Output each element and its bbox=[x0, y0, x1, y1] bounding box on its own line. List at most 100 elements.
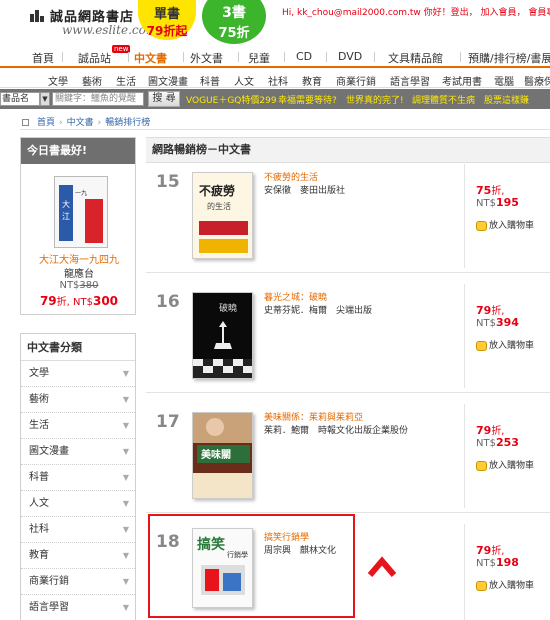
today-best-price: 79折, NT$300 bbox=[39, 294, 119, 308]
svg-text:破曉: 破曉 bbox=[219, 302, 237, 314]
today-best-original-price: NT$380 bbox=[59, 280, 99, 291]
promo-three-line1: 3書 bbox=[222, 5, 246, 21]
nav-children[interactable]: 兒童 bbox=[248, 50, 270, 66]
promo-link[interactable]: 股票這樣賺 bbox=[484, 93, 529, 106]
chevron-down-icon: ▼ bbox=[122, 395, 129, 404]
category-list-header: 中文書分類 bbox=[21, 334, 135, 361]
chevron-down-icon: ▼ bbox=[122, 603, 129, 612]
nav-eslite-station[interactable]: 誠品站 bbox=[78, 50, 111, 66]
breadcrumb-rankings[interactable]: 暢銷排行榜 bbox=[105, 118, 150, 128]
book-title[interactable]: 不疲勞的生活 bbox=[264, 170, 318, 183]
search-input[interactable]: 關鍵字：鱷魚的覺醒 bbox=[52, 92, 144, 106]
today-best-title[interactable]: 大江大海一九四九 bbox=[21, 251, 137, 266]
cart-icon bbox=[476, 580, 487, 591]
subnav-item[interactable]: 文學 bbox=[48, 73, 68, 88]
promo-three-books[interactable]: 3書 75折 bbox=[202, 0, 266, 44]
chevron-down-icon: ▼ bbox=[122, 551, 129, 560]
rank-number: 16 bbox=[156, 292, 180, 312]
subnav-item[interactable]: 社科 bbox=[268, 73, 288, 88]
nav-home[interactable]: 首頁 bbox=[32, 50, 54, 66]
subnav-item[interactable]: 人文 bbox=[234, 73, 254, 88]
book-title[interactable]: 暮光之城：破曉 bbox=[264, 290, 327, 303]
search-bar: 書品名 ▼ 關鍵字：鱷魚的覺醒 搜 尋 VOGUE＋GQ特價299 幸福需要等待… bbox=[0, 89, 550, 109]
book-title[interactable]: 美味關係：茱莉與茱莉亞 bbox=[264, 410, 363, 423]
breadcrumb-chinese-books[interactable]: 中文書 bbox=[67, 118, 94, 128]
today-best-cover[interactable]: 大 江 一九 bbox=[54, 176, 108, 248]
cart-icon bbox=[476, 340, 487, 351]
category-item[interactable]: 藝術 ▼ bbox=[21, 387, 135, 413]
cart-icon bbox=[476, 220, 487, 231]
category-item[interactable]: 文學 ▼ bbox=[21, 361, 135, 387]
category-item[interactable]: 教育 ▼ bbox=[21, 543, 135, 569]
site-header: 誠品網路書店 www.eslite.com 單書 79折起 3書 75折 Hi,… bbox=[0, 0, 550, 46]
nav-cd[interactable]: CD bbox=[296, 50, 312, 63]
logo-icon[interactable] bbox=[30, 10, 46, 22]
chevron-down-icon: ▼ bbox=[122, 473, 129, 482]
book-meta: 史蒂芬妮．梅爾 尖端出版 bbox=[264, 306, 373, 316]
discount: 79折, bbox=[476, 304, 505, 317]
add-to-cart-button[interactable]: 放入購物車 bbox=[476, 338, 534, 351]
up-arrow-icon bbox=[368, 556, 396, 577]
promo-three-line2: 75折 bbox=[218, 26, 250, 41]
breadcrumb: 首頁 › 中文書 › 暢銷排行榜 bbox=[22, 115, 150, 128]
subnav-item[interactable]: 考試用書 bbox=[442, 73, 482, 88]
nav-foreign-books[interactable]: 外文書 bbox=[190, 50, 223, 66]
svg-text:不疲勞: 不疲勞 bbox=[199, 183, 235, 198]
category-item[interactable]: 人文 ▼ bbox=[21, 491, 135, 517]
category-item[interactable]: 語言學習 ▼ bbox=[21, 595, 135, 620]
promo-link[interactable]: 幸福需要等待? bbox=[278, 93, 337, 106]
nav-dvd[interactable]: DVD bbox=[338, 50, 362, 63]
subnav-item[interactable]: 科普 bbox=[200, 73, 220, 88]
svg-text:一九: 一九 bbox=[75, 189, 87, 197]
category-item[interactable]: 科普 ▼ bbox=[21, 465, 135, 491]
subnav-item[interactable]: 生活 bbox=[116, 73, 136, 88]
discount: 75折, bbox=[476, 184, 505, 197]
chevron-down-icon: ▼ bbox=[122, 421, 129, 430]
cart-icon bbox=[476, 460, 487, 471]
add-to-cart-button[interactable]: 放入購物車 bbox=[476, 578, 534, 591]
category-item[interactable]: 商業行銷 ▼ bbox=[21, 569, 135, 595]
book-meta: 茱莉．鮑爾 時報文化出版企業股份 bbox=[264, 426, 409, 436]
svg-text:大: 大 bbox=[62, 199, 70, 209]
add-to-cart-button[interactable]: 放入購物車 bbox=[476, 458, 534, 471]
add-to-cart-button[interactable]: 放入購物車 bbox=[476, 218, 534, 231]
chevron-down-icon: ▼ bbox=[122, 499, 129, 508]
category-item[interactable]: 圖文漫畫 ▼ bbox=[21, 439, 135, 465]
subnav-item[interactable]: 教育 bbox=[302, 73, 322, 88]
subnav-item[interactable]: 電腦 bbox=[494, 73, 514, 88]
book-cover[interactable]: 美味關 bbox=[192, 412, 253, 499]
search-scope-select[interactable]: 書品名 bbox=[0, 92, 40, 106]
chevron-down-icon: ▼ bbox=[122, 577, 129, 586]
promo-link[interactable]: 調理體質不生病 bbox=[412, 93, 475, 106]
promo-link[interactable]: 世界真的完了! bbox=[346, 93, 404, 106]
svg-text:美味關: 美味關 bbox=[201, 448, 231, 461]
promo-single-line2: 79折起 bbox=[146, 24, 188, 38]
nav-rankings[interactable]: 預購/排行榜/書展 bbox=[468, 50, 550, 66]
rank-number: 17 bbox=[156, 412, 180, 432]
highlight-box bbox=[148, 514, 355, 618]
discount: 79折, bbox=[476, 424, 505, 437]
subnav-item[interactable]: 藝術 bbox=[82, 73, 102, 88]
subnav-item[interactable]: 語言學習 bbox=[390, 73, 430, 88]
book-cover[interactable]: 不疲勞 的生活 bbox=[192, 172, 253, 259]
subnav-item[interactable]: 醫療保健 bbox=[524, 73, 550, 88]
account-links[interactable]: Hi, kk_chou@mail2000.com.tw 你好！登出， 加入會員，… bbox=[282, 5, 550, 18]
price: NT$195 bbox=[476, 196, 519, 209]
promo-single-line1: 單書 bbox=[153, 7, 180, 22]
nav-stationery[interactable]: 文具精品館 bbox=[388, 50, 443, 66]
subnav-item[interactable]: 商業行銷 bbox=[336, 73, 376, 88]
discount: 79折, bbox=[476, 544, 505, 557]
search-button[interactable]: 搜 尋 bbox=[148, 91, 180, 107]
chevron-down-icon: ▼ bbox=[122, 447, 129, 456]
chevron-down-icon[interactable]: ▼ bbox=[40, 92, 50, 106]
breadcrumb-home[interactable]: 首頁 bbox=[37, 118, 55, 128]
book-meta: 安保徹 麥田出版社 bbox=[264, 186, 346, 196]
subnav-item[interactable]: 圖文漫畫 bbox=[148, 73, 188, 88]
promo-single-book[interactable]: 單書 79折起 bbox=[138, 0, 196, 40]
book-cover[interactable]: 破曉 bbox=[192, 292, 253, 379]
promo-link[interactable]: VOGUE＋GQ特價299 bbox=[186, 93, 277, 106]
category-item[interactable]: 社科 ▼ bbox=[21, 517, 135, 543]
category-item[interactable]: 生活 ▼ bbox=[21, 413, 135, 439]
main-nav: 首頁 誠品站 new 中文書 外文書 兒童 CD DVD 文具精品館 預購/排行… bbox=[0, 45, 550, 68]
nav-chinese-books[interactable]: 中文書 bbox=[134, 50, 167, 66]
